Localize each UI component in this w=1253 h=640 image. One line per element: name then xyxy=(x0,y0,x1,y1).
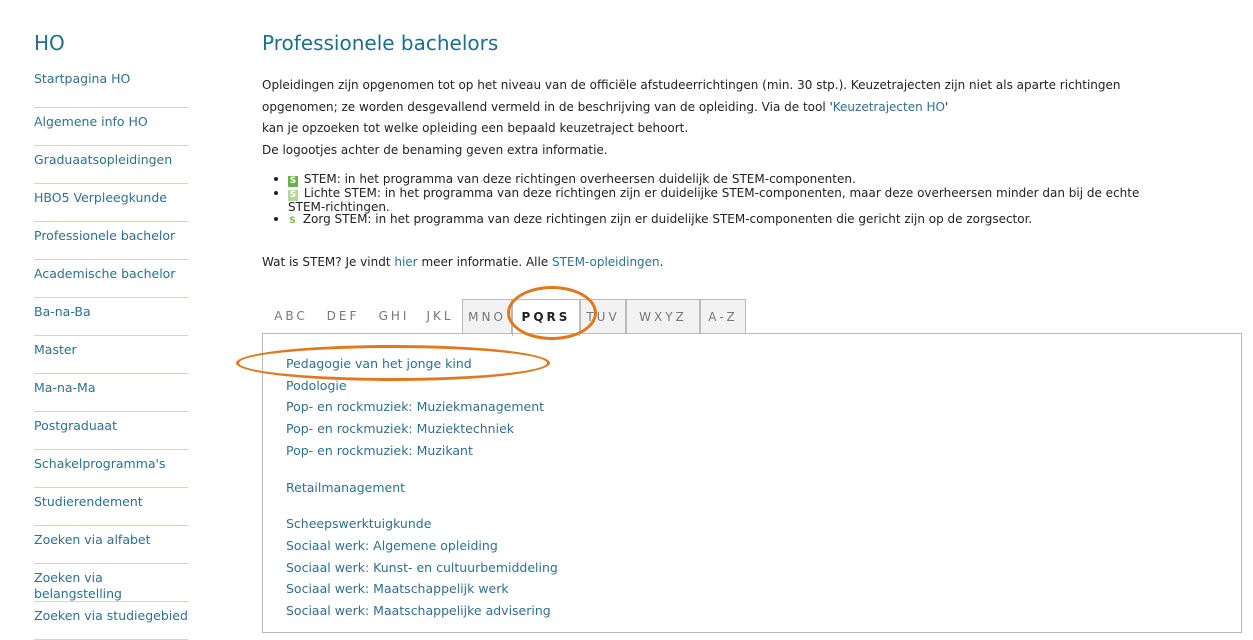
legend-item-lichte-stem: S Lichte STEM: in het programma van deze… xyxy=(262,187,1242,213)
intro-line: De logootjes achter de benaming geven ex… xyxy=(262,142,608,157)
intro-line: opgenomen; ze worden desgevallend vermel… xyxy=(262,97,1242,119)
sidebar-item-zoeken-studiegebied[interactable]: Zoeken via studiegebied xyxy=(34,602,188,640)
stem-opleidingen-link[interactable]: STEM-opleidingen xyxy=(552,255,660,269)
tab-a-z[interactable]: A-Z xyxy=(700,299,746,334)
programme-link[interactable]: Sociaal werk: Kunst- en cultuurbemiddeli… xyxy=(286,557,558,579)
sidebar-item-ma-na-ma[interactable]: Ma-na-Ma xyxy=(34,374,188,412)
intro-line: Opleidingen zijn opgenomen tot op het ni… xyxy=(262,78,1121,92)
annotation-ring-link xyxy=(236,345,550,381)
sidebar-menu: Startpagina HO Algemene info HO Graduaat… xyxy=(34,70,188,640)
programme-list: Pedagogie van het jonge kind Podologie P… xyxy=(286,353,558,622)
sidebar-item-zoeken-belangstelling[interactable]: Zoeken via belangstelling xyxy=(34,564,188,602)
stem-info-line: Wat is STEM? Je vindt hier meer informat… xyxy=(262,254,1242,270)
annotation-ring-tab xyxy=(507,286,597,340)
bullet-icon xyxy=(274,217,278,221)
main-content: Professionele bachelors Opleidingen zijn… xyxy=(262,30,1242,633)
sidebar-item-label[interactable]: Academische bachelor xyxy=(34,260,188,282)
sidebar-item-label[interactable]: HBO5 Verpleegkunde xyxy=(34,184,188,206)
legend-text: Lichte STEM: in het programma van deze r… xyxy=(303,186,1140,200)
stem-text: . xyxy=(659,255,664,269)
tab-jkl[interactable]: JKL xyxy=(418,299,462,334)
sidebar-item-label[interactable]: Startpagina HO xyxy=(34,70,188,87)
intro-text: Opleidingen zijn opgenomen tot op het ni… xyxy=(262,75,1242,161)
tab-def[interactable]: DEF xyxy=(318,299,368,334)
alphabet-tabs: ABC DEF GHI JKL MNO PQRS TUV WXYZ A-Z xyxy=(262,296,1242,336)
sidebar-item-algemene-info[interactable]: Algemene info HO xyxy=(34,108,188,146)
legend-text: STEM: in het programma van deze richting… xyxy=(303,172,856,186)
sidebar-title: HO xyxy=(34,31,65,55)
sidebar-nav: HO Startpagina HO Algemene info HO Gradu… xyxy=(34,30,188,640)
sidebar-item-hbo5[interactable]: HBO5 Verpleegkunde xyxy=(34,184,188,222)
programme-link[interactable]: Pop- en rockmuziek: Muzikant xyxy=(286,440,558,462)
sidebar-item-schakelprogrammas[interactable]: Schakelprogramma's xyxy=(34,450,188,488)
tab-wxyz[interactable]: WXYZ xyxy=(626,299,700,334)
programme-link[interactable]: Sociaal werk: Maatschappelijk werk xyxy=(286,578,558,600)
bullet-icon xyxy=(274,191,278,195)
zorg-stem-badge-icon: S xyxy=(289,216,296,226)
sidebar-item-label[interactable]: Studierendement xyxy=(34,488,188,510)
sidebar-item-professionele-bachelor[interactable]: Professionele bachelor xyxy=(34,222,188,260)
tab-ghi[interactable]: GHI xyxy=(370,299,418,334)
page-title: Professionele bachelors xyxy=(262,31,499,55)
intro-text-segment: ' xyxy=(945,99,949,114)
tab-abc[interactable]: ABC xyxy=(266,299,316,334)
stem-badge-icon: S xyxy=(288,176,298,187)
sidebar-item-label[interactable]: Professionele bachelor xyxy=(34,222,188,244)
sidebar-item-master[interactable]: Master xyxy=(34,336,188,374)
sidebar-item-startpagina[interactable]: Startpagina HO xyxy=(34,70,188,108)
sidebar-item-zoeken-alfabet[interactable]: Zoeken via alfabet xyxy=(34,526,188,564)
programme-link[interactable]: Pop- en rockmuziek: Muziekmanagement xyxy=(286,396,558,418)
sidebar-item-label[interactable]: Schakelprogramma's xyxy=(34,450,188,472)
sidebar-item-graduaat[interactable]: Graduaatsopleidingen xyxy=(34,146,188,184)
sidebar-item-label[interactable]: Algemene info HO xyxy=(34,108,188,130)
bullet-icon xyxy=(274,177,278,181)
legend-item-zorg-stem: S Zorg STEM: in het programma van deze r… xyxy=(262,213,1242,227)
intro-text-segment: opgenomen; ze worden desgevallend vermel… xyxy=(262,99,833,114)
stem-hier-link[interactable]: hier xyxy=(394,255,417,269)
sidebar-item-academische-bachelor[interactable]: Academische bachelor xyxy=(34,260,188,298)
programme-link[interactable]: Pop- en rockmuziek: Muziektechniek xyxy=(286,418,558,440)
sidebar-item-label[interactable]: Zoeken via alfabet xyxy=(34,526,188,548)
stem-text: meer informatie. Alle xyxy=(417,255,553,269)
sidebar-item-label[interactable]: Master xyxy=(34,336,188,358)
programme-link[interactable]: Retailmanagement xyxy=(286,477,558,499)
programme-link[interactable]: Sociaal werk: Algemene opleiding xyxy=(286,535,558,557)
sidebar-item-ba-na-ba[interactable]: Ba-na-Ba xyxy=(34,298,188,336)
programme-link[interactable]: Sociaal werk: Maatschappelijke adviserin… xyxy=(286,600,558,622)
programme-link[interactable]: Scheepswerktuigkunde xyxy=(286,513,558,535)
sidebar-item-label[interactable]: Postgraduaat xyxy=(34,412,188,434)
legend-text: Zorg STEM: in het programma van deze ric… xyxy=(302,212,1033,226)
sidebar-item-studierendement[interactable]: Studierendement xyxy=(34,488,188,526)
stem-text: Wat is STEM? Je vindt xyxy=(262,255,395,269)
keuzetrajecten-link[interactable]: Keuzetrajecten HO xyxy=(833,100,945,114)
sidebar-item-label[interactable]: Ba-na-Ba xyxy=(34,298,188,320)
stem-legend: S STEM: in het programma van deze richti… xyxy=(262,173,1242,227)
tab-mno[interactable]: MNO xyxy=(462,299,512,334)
legend-item-stem: S STEM: in het programma van deze richti… xyxy=(262,173,1242,187)
intro-line: kan je opzoeken tot welke opleiding een … xyxy=(262,121,689,135)
sidebar-item-label[interactable]: Graduaatsopleidingen xyxy=(34,146,188,168)
sidebar-item-label[interactable]: Ma-na-Ma xyxy=(34,374,188,396)
sidebar-item-postgraduaat[interactable]: Postgraduaat xyxy=(34,412,188,450)
sidebar-item-label[interactable]: Zoeken via belangstelling xyxy=(34,564,188,602)
